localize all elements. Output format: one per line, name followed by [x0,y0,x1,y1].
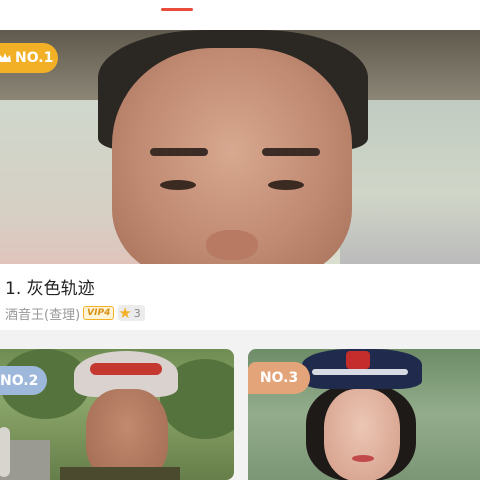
rank-badge-no3: NO.3 [248,362,310,394]
song-meta: 酒音王(查理) VIP4 ★ 3 [5,304,145,323]
photo-lips [352,455,374,462]
vip-badge: VIP4 [83,306,115,320]
featured-song-card[interactable]: NO.1 1. 灰色轨迹 酒音王(查理) VIP4 ★ 3 [0,30,480,330]
photo-passerby [0,427,10,477]
star-count-badge: ★ 3 [118,304,145,322]
photo-shirt [60,467,180,480]
active-tab-indicator [161,8,193,11]
rank-badge-no2: NO.2 [0,366,47,395]
photo-nose [206,230,258,260]
photo-cap-emblem [346,351,370,369]
ranking-page: NO.1 1. 灰色轨迹 酒音王(查理) VIP4 ★ 3 NO.2 NO.3 [0,0,480,480]
author-name[interactable]: 酒音王(查理) [5,304,80,323]
photo-face [324,389,400,480]
rank-badge-label: NO.1 [15,50,54,66]
photo-cap-band [90,363,162,375]
featured-cover-photo[interactable] [0,30,480,264]
crown-icon [0,52,12,64]
star-icon: ★ [118,304,132,322]
photo-eye-right [268,180,304,190]
photo-eyebrow-left [150,148,208,156]
top-tab-bar [0,0,480,30]
photo-eye-left [160,180,196,190]
photo-eyebrow-right [262,148,320,156]
star-count-value: 3 [133,306,141,320]
rank-badge-no1: NO.1 [0,43,58,73]
photo-cap-decoration [312,369,408,375]
song-title[interactable]: 1. 灰色轨迹 [5,274,95,299]
